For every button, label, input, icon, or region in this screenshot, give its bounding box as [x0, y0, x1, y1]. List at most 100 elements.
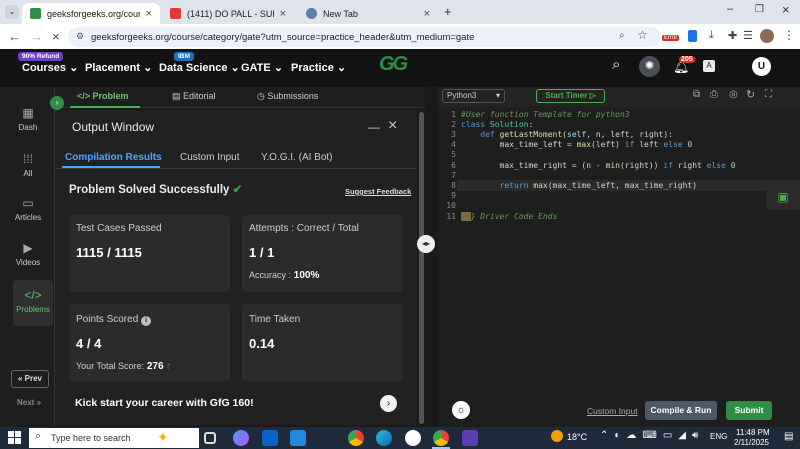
windows-start-icon[interactable] [8, 431, 21, 444]
new-tab-button[interactable]: + [444, 4, 452, 19]
code-line[interactable] [461, 171, 466, 180]
promo-text[interactable]: Kick start your career with GfG 160! [75, 397, 254, 409]
mail-icon[interactable] [262, 430, 278, 446]
browser-tab-gfg[interactable]: geeksforgeeks.org/courses/cat × [22, 3, 160, 24]
github-icon[interactable] [405, 430, 421, 446]
extension-icon[interactable] [688, 30, 697, 42]
compile-run-button[interactable]: Compile & Run [645, 401, 717, 420]
bookmark-star-icon[interactable]: ☆ [637, 28, 648, 42]
editor-theme-icon[interactable]: ☼ [452, 401, 470, 419]
browser-tab-newtab[interactable]: New Tab × [298, 3, 438, 24]
language-select[interactable]: Python3 ▾ [442, 89, 505, 103]
translate-icon[interactable]: A [703, 60, 715, 72]
code-line[interactable]: max_time_right = (n - min(right)) if rig… [461, 161, 736, 170]
save-to-drive-icon[interactable]: ⤓ [709, 29, 714, 42]
close-tab-icon[interactable]: × [146, 8, 152, 20]
copilot-icon[interactable] [233, 430, 249, 446]
tab-editorial[interactable]: ▤ Editorial [172, 91, 216, 102]
copy-icon[interactable]: ⧉ [693, 89, 700, 100]
taskbar-search-box[interactable]: Type here to search [29, 428, 199, 448]
search-icon[interactable]: ⌕ [612, 56, 620, 73]
clock-time[interactable]: 11:48 PM [736, 428, 770, 437]
back-arrow-icon[interactable]: ← [8, 28, 21, 46]
nav-gate[interactable]: GATE ⌄ [241, 61, 283, 74]
clock-date[interactable]: 2/11/2025 [734, 438, 769, 447]
tray-icons[interactable]: ⌃◐☁⌨▭◢🔊︎ [600, 430, 704, 441]
code-line[interactable]: def getLastMoment(self, n, left, right): [461, 130, 673, 139]
nav-placement[interactable]: Placement ⌄ [85, 61, 152, 74]
close-tab-icon[interactable]: × [424, 8, 430, 20]
sidebar-item-all[interactable]: ⁞⁞⁞ All [5, 152, 51, 178]
sidebar-item-dash[interactable]: ▦ Dash [5, 106, 51, 132]
chrome-menu-icon[interactable]: ⋮ [783, 28, 795, 42]
line-number: 2 [451, 120, 456, 129]
restore-window-icon[interactable]: ❐ [755, 4, 764, 15]
reading-list-icon[interactable]: ☰ [743, 29, 753, 42]
extension-error-badge[interactable]: Error [662, 35, 680, 41]
minimize-output-icon[interactable]: — [368, 120, 380, 134]
close-tab-icon[interactable]: × [280, 8, 286, 20]
tab-submissions[interactable]: ◷ Submissions [257, 91, 318, 102]
stop-loading-icon[interactable]: × [52, 28, 60, 46]
next-button[interactable]: Next » [17, 398, 41, 407]
code-line-collapsed[interactable]: ▬▬} Driver Code Ends [461, 212, 557, 221]
tab-problem[interactable]: </> Problem [77, 91, 129, 101]
file-icon[interactable]: ⎙ [710, 89, 718, 100]
fullscreen-icon[interactable]: ⛶ [765, 89, 772, 100]
sidebar-item-videos[interactable]: ▶ Videos [5, 241, 51, 267]
weather-icon[interactable] [551, 430, 563, 442]
tab-search-button[interactable]: ⌄ [5, 5, 19, 19]
close-window-icon[interactable]: × [782, 2, 790, 17]
minimize-window-icon[interactable]: – [727, 3, 733, 15]
tab-compilation-results[interactable]: Compilation Results [65, 152, 162, 163]
tab-custom-input[interactable]: Custom Input [180, 152, 239, 163]
site-info-icon[interactable]: ⚙ [76, 31, 84, 42]
search-highlight-icon[interactable]: ✦ [157, 429, 169, 446]
info-icon[interactable]: i [141, 316, 152, 326]
app-icon[interactable] [462, 430, 478, 446]
extensions-puzzle-icon[interactable]: ✚ [728, 29, 737, 42]
custom-input-button[interactable]: Custom Input [587, 406, 638, 416]
forward-arrow-icon[interactable]: → [30, 28, 43, 46]
promo-next-button[interactable]: › [380, 395, 397, 412]
chevron-down-icon: ⌄ [69, 62, 79, 74]
sidebar-item-problems[interactable]: </> Problems [13, 280, 53, 326]
suggest-feedback-link[interactable]: Suggest Feedback [345, 187, 411, 196]
chrome-active-icon[interactable] [433, 430, 449, 446]
nav-practice[interactable]: Practice ⌄ [291, 61, 346, 74]
code-line[interactable] [461, 150, 466, 159]
code-line[interactable]: #User function Template for python3 [461, 110, 630, 119]
user-avatar[interactable]: U [752, 57, 771, 76]
code-line[interactable]: class Solution: [461, 120, 533, 129]
start-timer-button[interactable]: Start Timer ▷ [536, 89, 605, 103]
chrome-icon[interactable] [348, 430, 364, 446]
settings-icon[interactable]: ◎ [729, 89, 738, 100]
code-line[interactable]: return max(max_time_left, max_time_right… [461, 181, 698, 190]
language-indicator[interactable]: ENG [710, 432, 727, 441]
chat-fab-button[interactable]: ▣ [766, 185, 800, 210]
tab-yogi-ai-bot[interactable]: Y.O.G.I. (AI Bot) [261, 152, 333, 163]
edge-icon[interactable] [376, 430, 392, 446]
resize-handle-icon[interactable]: ◂▸ [417, 235, 435, 253]
close-output-icon[interactable]: × [388, 117, 397, 135]
nav-data-science[interactable]: Data Science ⌄ [159, 61, 240, 74]
browser-tab-youtube[interactable]: (1411) DO PALL - SURINDER KA × [162, 3, 294, 24]
prev-button[interactable]: « Prev [11, 370, 49, 388]
zoom-icon[interactable]: ⌕ [619, 30, 625, 41]
code-line[interactable]: max_time_left = max(left) if left else 0 [461, 140, 693, 149]
gfg-logo[interactable]: GG [379, 53, 408, 76]
temperature-text[interactable]: 18°C [567, 432, 587, 442]
nav-courses[interactable]: Courses ⌄ [22, 61, 78, 74]
notification-center-icon[interactable]: ▤ [784, 431, 793, 442]
expand-sidebar-button[interactable]: › [50, 96, 64, 110]
theme-toggle-icon[interactable]: ✺ [639, 56, 660, 77]
panel-resize-divider[interactable] [425, 87, 438, 427]
submit-button[interactable]: Submit [726, 401, 772, 420]
sidebar-item-articles[interactable]: ▭ Articles [5, 196, 51, 222]
panel-scrollbar[interactable] [419, 112, 424, 424]
profile-avatar[interactable] [760, 29, 774, 43]
task-view-icon[interactable] [204, 432, 216, 444]
store-icon[interactable] [290, 430, 306, 446]
address-bar[interactable]: geeksforgeeks.org/course/category/gate?u… [68, 27, 661, 47]
refresh-icon[interactable]: ↻ [746, 88, 755, 101]
